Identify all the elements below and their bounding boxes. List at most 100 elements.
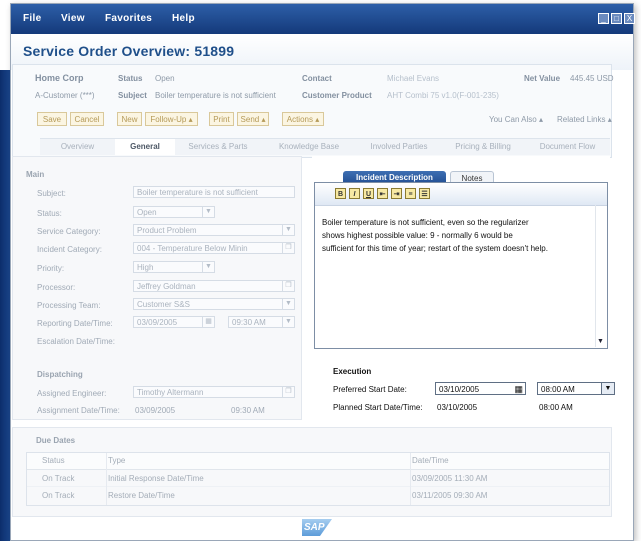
reporting-time-select[interactable]: 09:30 AM ▼ — [228, 316, 295, 328]
italic-button[interactable]: I — [349, 188, 360, 199]
calendar-icon[interactable]: ▦ — [202, 317, 214, 327]
due-datetime-cell: 03/11/2005 09:30 AM — [412, 491, 488, 500]
priority-label: Priority: — [37, 264, 65, 273]
tab-involved-parties[interactable]: Involved Parties — [357, 138, 441, 155]
new-button[interactable]: New — [117, 112, 142, 126]
customer-type: A-Customer (***) — [35, 91, 95, 100]
value-help-icon[interactable]: ❐ — [282, 281, 294, 291]
engineer-label: Assigned Engineer: — [37, 389, 107, 398]
chevron-down-icon: ▼ — [282, 317, 294, 327]
print-button[interactable]: Print — [209, 112, 234, 126]
preferred-start-date-field[interactable]: 03/10/2005 ▦ — [435, 382, 526, 395]
actions-button[interactable]: Actions ▴ — [282, 112, 324, 126]
tab-pricing-billing[interactable]: Pricing & Billing — [441, 138, 525, 155]
service-category-label: Service Category: — [37, 227, 101, 236]
customer-product-link[interactable]: AHT Combi 75 v1.0(F-001-235) — [387, 91, 499, 100]
menu-view[interactable]: View — [61, 13, 85, 24]
due-type-cell: Restore Date/Time — [108, 491, 175, 500]
menu-file[interactable]: File — [23, 13, 41, 24]
subject-value: Boiler temperature is not sufficient — [155, 91, 276, 100]
service-category-value: Product Problem — [137, 226, 197, 235]
tab-general[interactable]: General — [115, 138, 175, 155]
page-title: Service Order Overview: 51899 — [23, 43, 235, 59]
save-button[interactable]: Save — [37, 112, 67, 126]
menu-help[interactable]: Help — [172, 13, 195, 24]
subject-label: Subject — [118, 91, 147, 100]
note-line: Boiler temperature is not sufficient, ev… — [322, 218, 529, 227]
scroll-down-icon[interactable]: ▼ — [597, 338, 604, 345]
status-select[interactable]: Open ▼ — [133, 206, 215, 218]
planned-start-label: Planned Start Date/Time: — [333, 403, 423, 412]
outdent-icon[interactable]: ⇤ — [377, 188, 388, 199]
reporting-date-value: 03/09/2005 — [137, 318, 178, 327]
column-header-datetime: Date/Time — [412, 456, 449, 465]
reporting-time-value: 09:30 AM — [232, 318, 266, 327]
subject-field-value: Boiler temperature is not sufficient — [137, 188, 258, 197]
menu-favorites[interactable]: Favorites — [105, 13, 152, 24]
dispatching-section-title: Dispatching — [37, 370, 83, 379]
contact-label: Contact — [302, 74, 332, 83]
execution-section-title: Execution — [333, 367, 372, 376]
preferred-start-time-select[interactable]: 08:00 AM ▼ — [537, 382, 615, 395]
incident-category-field[interactable]: 004 - Temperature Below Minin ❐ — [133, 242, 295, 254]
subject-field[interactable]: Boiler temperature is not sufficient — [133, 186, 295, 198]
tab-document-flow[interactable]: Document Flow — [525, 138, 610, 155]
preferred-start-time: 08:00 AM — [541, 385, 575, 394]
due-dates-section-title: Due Dates — [36, 436, 76, 445]
contact-link[interactable]: Michael Evans — [387, 74, 439, 83]
processor-value: Jeffrey Goldman — [137, 282, 196, 291]
planned-start-date: 03/10/2005 — [437, 403, 478, 412]
assignment-time: 09:30 AM — [231, 406, 265, 415]
service-category-select[interactable]: Product Problem ▼ — [133, 224, 295, 236]
chevron-down-icon: ▼ — [202, 207, 214, 217]
due-status-cell: On Track — [42, 491, 75, 500]
assignment-date: 03/09/2005 — [135, 406, 176, 415]
tab-knowledge-base[interactable]: Knowledge Base — [261, 138, 357, 155]
send-button[interactable]: Send ▴ — [237, 112, 269, 126]
note-line: shows highest possible value: 9 - normal… — [322, 231, 513, 240]
due-datetime-cell: 03/09/2005 11:30 AM — [412, 474, 488, 483]
preferred-start-label: Preferred Start Date: — [333, 385, 407, 394]
chevron-down-icon: ▼ — [601, 383, 614, 394]
numbered-list-icon[interactable]: ☰ — [419, 188, 430, 199]
incident-description-text: Boiler temperature is not sufficient, ev… — [322, 216, 587, 255]
close-icon[interactable]: X — [624, 13, 635, 24]
incident-category-label: Incident Category: — [37, 245, 102, 254]
escalation-label: Escalation Date/Time: — [37, 337, 115, 346]
you-can-also-menu[interactable]: You Can Also ▴ — [489, 115, 543, 124]
scrollbar[interactable]: ▼ — [595, 205, 606, 347]
reporting-label: Reporting Date/Time: — [37, 319, 113, 328]
status-field-label: Status: — [37, 209, 62, 218]
value-help-icon[interactable]: ❐ — [282, 243, 294, 253]
column-divider — [106, 453, 107, 505]
follow-up-button[interactable]: Follow-Up ▴ — [145, 112, 198, 126]
format-toolbar: B I U ⇤ ⇥ ≡ ☰ — [315, 183, 607, 206]
cancel-button[interactable]: Cancel — [70, 112, 104, 126]
column-header-status: Status — [42, 456, 65, 465]
underline-button[interactable]: U — [363, 188, 374, 199]
calendar-icon[interactable]: ▦ — [514, 383, 523, 396]
maximize-icon[interactable]: □ — [611, 13, 622, 24]
bullet-list-icon[interactable]: ≡ — [405, 188, 416, 199]
processing-team-value: Customer S&S — [137, 300, 190, 309]
column-divider — [410, 453, 411, 505]
menu-bar: File View Favorites Help _ □ X — [11, 4, 635, 34]
tab-services-parts[interactable]: Services & Parts — [175, 138, 261, 155]
value-help-icon[interactable]: ❐ — [282, 387, 294, 397]
chevron-down-icon: ▼ — [282, 299, 294, 309]
processor-field[interactable]: Jeffrey Goldman ❐ — [133, 280, 295, 292]
status-value: Open — [155, 74, 175, 83]
bold-button[interactable]: B — [335, 188, 346, 199]
minimize-icon[interactable]: _ — [598, 13, 609, 24]
engineer-field[interactable]: Timothy Altermann ❐ — [133, 386, 295, 398]
tab-overview[interactable]: Overview — [40, 138, 115, 155]
net-value-label: Net Value — [524, 74, 561, 83]
processing-team-label: Processing Team: — [37, 301, 101, 310]
indent-icon[interactable]: ⇥ — [391, 188, 402, 199]
incident-category-value: 004 - Temperature Below Minin — [137, 244, 248, 253]
processing-team-select[interactable]: Customer S&S ▼ — [133, 298, 295, 310]
related-links-menu[interactable]: Related Links ▴ — [557, 115, 612, 124]
incident-description-editor[interactable]: B I U ⇤ ⇥ ≡ ☰ Boiler temperature is not … — [314, 182, 608, 349]
priority-select[interactable]: High ▼ — [133, 261, 215, 273]
reporting-date-field[interactable]: 03/09/2005 ▦ — [133, 316, 215, 328]
